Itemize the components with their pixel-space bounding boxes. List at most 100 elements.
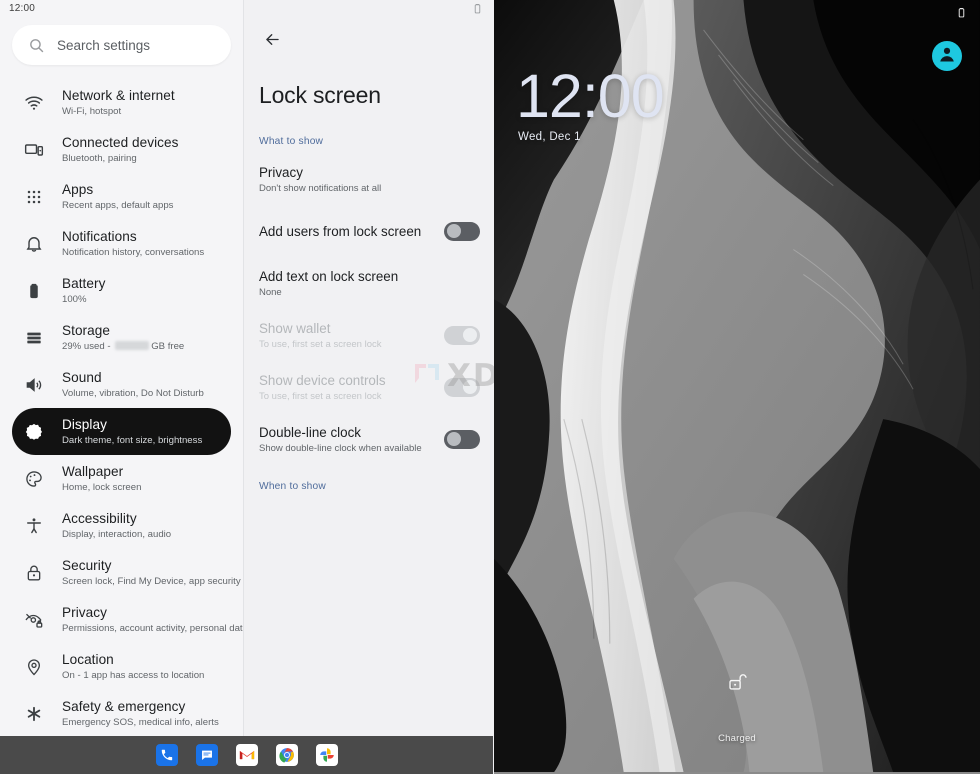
row-subtitle: To use, first set a screen lock <box>259 338 382 350</box>
sidebar-item-title: Battery <box>62 275 106 291</box>
sidebar-item-storage[interactable]: Storage 29% used - GB free <box>12 314 231 361</box>
row-title: Add users from lock screen <box>259 223 422 239</box>
toggle-double-line-clock[interactable] <box>444 429 480 449</box>
lock-screen-settings-panel: Lock screen What to show Privacy Don't s… <box>243 0 494 774</box>
row-title: Add text on lock screen <box>259 268 399 284</box>
messages-app-icon[interactable] <box>195 744 218 766</box>
bell-icon <box>22 234 46 254</box>
setting-row-show-device-controls: Show device controls To use, first set a… <box>244 367 494 407</box>
unlocked-padlock-icon[interactable] <box>726 671 748 698</box>
sidebar-item-title: Notifications <box>62 228 137 244</box>
sidebar-item-title: Accessibility <box>62 510 137 526</box>
search-icon <box>28 37 45 54</box>
sidebar-item-subtitle: Wi-Fi, hotspot <box>62 105 122 117</box>
gmail-app-icon[interactable] <box>235 744 258 766</box>
sidebar-item-network-internet[interactable]: Network & internet Wi-Fi, hotspot <box>12 79 231 126</box>
sidebar-item-title: Safety & emergency <box>62 698 186 714</box>
storage-used-text: 29% used - <box>62 340 114 352</box>
page-title: Lock screen <box>259 82 381 108</box>
sidebar-item-connected-devices[interactable]: Connected devices Bluetooth, pairing <box>12 126 231 173</box>
toggle-knob <box>447 432 461 446</box>
sidebar-item-subtitle: Display, interaction, audio <box>62 528 172 540</box>
toggle-show-device-controls <box>444 377 480 397</box>
palette-icon <box>22 469 46 489</box>
lockscreen-date: Wed, Dec 1 <box>518 131 581 143</box>
phone-app-icon[interactable] <box>155 744 178 766</box>
sidebar-item-title: Location <box>62 651 114 667</box>
sidebar-item-security[interactable]: Security Screen lock, Find My Device, ap… <box>12 549 241 596</box>
taskbar <box>0 736 493 774</box>
sidebar-item-subtitle: 29% used - GB free <box>62 340 184 353</box>
search-input[interactable]: Search settings <box>57 38 150 53</box>
sidebar-item-apps[interactable]: Apps Recent apps, default apps <box>12 173 231 220</box>
devices-icon <box>22 140 46 160</box>
sidebar-item-sound[interactable]: Sound Volume, vibration, Do Not Disturb <box>12 361 231 408</box>
sidebar-item-safety-emergency[interactable]: Safety & emergency Emergency SOS, medica… <box>12 690 231 737</box>
row-subtitle: None <box>259 286 282 298</box>
back-button[interactable] <box>258 28 286 56</box>
settings-sidebar: 12:00 Search settings Network & internet <box>0 0 243 774</box>
section-header-when-to-show: When to show <box>259 481 326 492</box>
sidebar-item-subtitle: Permissions, account activity, personal … <box>62 622 243 634</box>
row-title: Privacy <box>259 164 303 180</box>
user-avatar[interactable] <box>932 41 962 71</box>
lockscreen-clock: 12:00 <box>516 62 665 130</box>
brightness-icon <box>22 422 46 442</box>
sidebar-item-title: Storage <box>62 322 110 338</box>
search-settings-box[interactable]: Search settings <box>12 25 231 65</box>
sidebar-item-subtitle: Home, lock screen <box>62 481 142 493</box>
battery-icon <box>955 6 968 23</box>
setting-row-add-text-on-lock-screen[interactable]: Add text on lock screen None <box>244 263 494 303</box>
location-pin-icon <box>22 657 46 677</box>
sidebar-item-title: Network & internet <box>62 87 175 103</box>
row-subtitle: Show double-line clock when available <box>259 442 422 454</box>
sidebar-item-subtitle: Recent apps, default apps <box>62 199 174 211</box>
setting-row-double-line-clock[interactable]: Double-line clock Show double-line clock… <box>244 419 494 459</box>
battery-icon <box>22 281 46 301</box>
sidebar-item-subtitle: Emergency SOS, medical info, alerts <box>62 716 219 728</box>
chrome-app-icon[interactable] <box>275 744 298 766</box>
sidebar-item-title: Connected devices <box>62 134 179 150</box>
row-subtitle: To use, first set a screen lock <box>259 390 382 402</box>
sidebar-item-subtitle: Screen lock, Find My Device, app securit… <box>62 575 241 587</box>
setting-row-privacy[interactable]: Privacy Don't show notifications at all <box>244 159 494 199</box>
storage-free-unit: GB free <box>151 340 185 352</box>
sidebar-item-wallpaper[interactable]: Wallpaper Home, lock screen <box>12 455 231 502</box>
wifi-icon <box>22 93 46 113</box>
storage-icon <box>22 328 46 348</box>
row-subtitle: Don't show notifications at all <box>259 182 382 194</box>
volume-icon <box>22 375 46 395</box>
lock-screen-preview[interactable]: 12:00 Wed, Dec 1 Charged XDA <box>494 0 980 774</box>
toggle-knob <box>447 224 461 238</box>
sidebar-status-bar: 12:00 <box>0 0 243 20</box>
accessibility-icon <box>22 516 46 536</box>
row-title: Show device controls <box>259 372 386 388</box>
row-title: Double-line clock <box>259 424 361 440</box>
storage-free-blurred <box>115 340 150 350</box>
sidebar-item-location[interactable]: Location On - 1 app has access to locati… <box>12 643 231 690</box>
user-avatar-icon <box>936 43 958 70</box>
sidebar-item-notifications[interactable]: Notifications Notification history, conv… <box>12 220 231 267</box>
toggle-show-wallet <box>444 325 480 345</box>
sidebar-item-subtitle: Volume, vibration, Do Not Disturb <box>62 387 204 399</box>
sidebar-item-privacy[interactable]: Privacy Permissions, account activity, p… <box>12 596 243 643</box>
row-title: Show wallet <box>259 320 331 336</box>
sidebar-item-subtitle: 100% <box>62 293 87 305</box>
sidebar-item-accessibility[interactable]: Accessibility Display, interaction, audi… <box>12 502 231 549</box>
sidebar-item-battery[interactable]: Battery 100% <box>12 267 231 314</box>
detail-status-bar <box>244 0 494 22</box>
status-clock: 12:00 <box>9 3 36 14</box>
sidebar-item-title: Privacy <box>62 604 107 620</box>
battery-icon <box>471 2 484 20</box>
toggle-add-users-from-lock-screen[interactable] <box>444 221 480 241</box>
sidebar-item-title: Display <box>62 416 107 432</box>
charge-status-text: Charged <box>718 733 756 744</box>
eye-off-icon <box>22 610 46 630</box>
sidebar-item-display[interactable]: Display Dark theme, font size, brightnes… <box>12 408 231 455</box>
sidebar-item-title: Wallpaper <box>62 463 124 479</box>
setting-row-show-wallet: Show wallet To use, first set a screen l… <box>244 315 494 355</box>
screen-root: 12:00 Search settings Network & internet <box>0 0 980 774</box>
photos-app-icon[interactable] <box>315 744 338 766</box>
section-header-what-to-show: What to show <box>259 136 324 147</box>
setting-row-add-users-from-lock-screen[interactable]: Add users from lock screen <box>244 211 494 251</box>
